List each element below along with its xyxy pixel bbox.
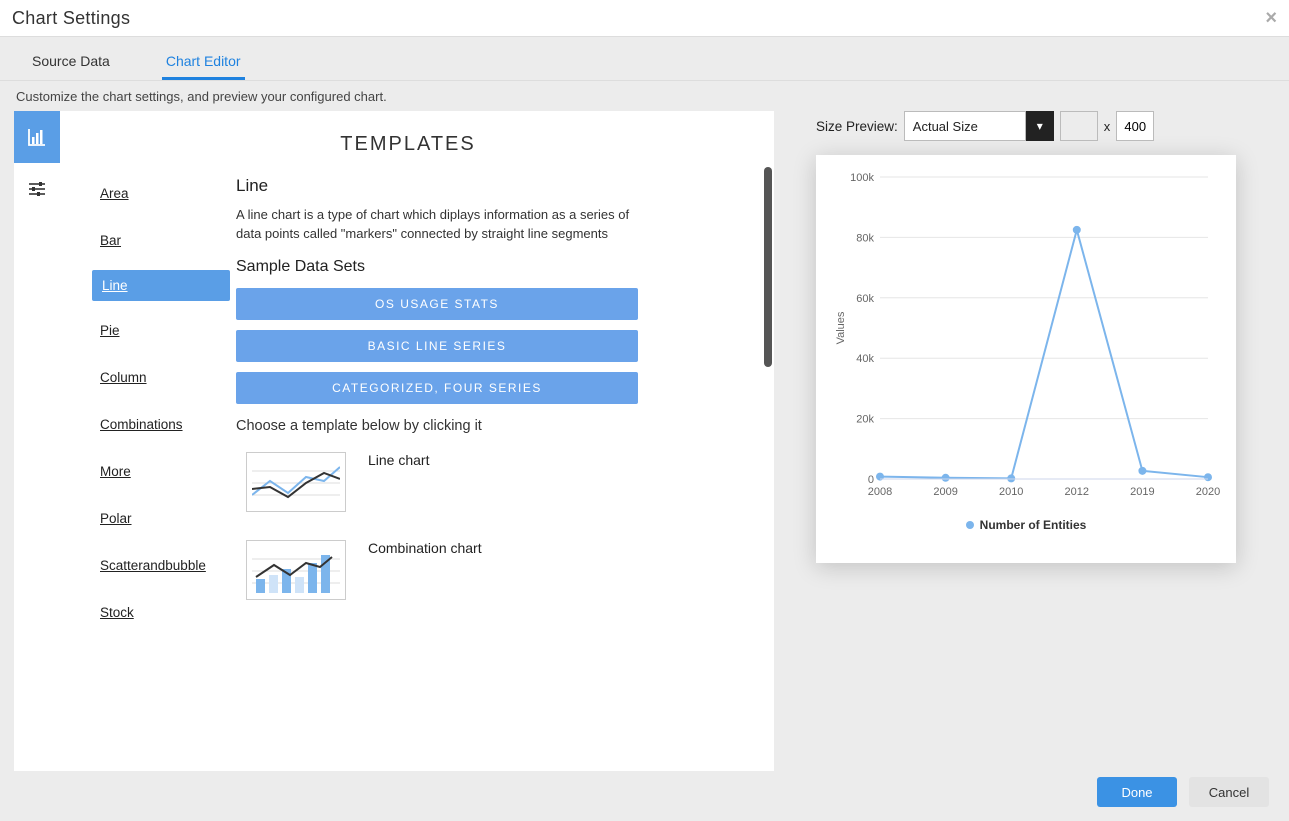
icon-rail [14, 111, 60, 771]
svg-text:60k: 60k [856, 293, 874, 305]
detail-description: A line chart is a type of chart which di… [236, 206, 636, 244]
chart-legend: Number of Entities [830, 518, 1222, 532]
svg-text:2008: 2008 [868, 486, 892, 498]
dimension-x: x [1104, 119, 1111, 134]
height-input[interactable] [1116, 111, 1154, 141]
category-column[interactable]: Column [92, 360, 155, 395]
thumb-label-combination: Combination chart [368, 540, 482, 556]
legend-text: Number of Entities [980, 518, 1087, 532]
templates-heading: TEMPLATES [60, 133, 756, 156]
svg-text:2012: 2012 [1065, 486, 1089, 498]
category-polar[interactable]: Polar [92, 501, 140, 536]
category-bar[interactable]: Bar [92, 223, 129, 258]
rail-templates-button[interactable] [14, 111, 60, 163]
combination-chart-thumb-icon [246, 540, 346, 600]
dialog-title: Chart Settings [12, 8, 130, 29]
datasets-label: Sample Data Sets [236, 258, 746, 276]
close-icon[interactable]: × [1265, 7, 1277, 30]
svg-text:80k: 80k [856, 232, 874, 244]
sliders-icon [27, 179, 47, 199]
rail-advanced-button[interactable] [14, 163, 60, 215]
size-preview-dropdown-button[interactable]: ▾ [1026, 111, 1054, 141]
svg-text:40k: 40k [856, 353, 874, 365]
preview-panel: Size Preview: Actual Size ▾ x 0 20k 40k 60k… [816, 111, 1256, 771]
detail-title: Line [236, 176, 746, 196]
template-detail: Line A line chart is a type of chart whi… [236, 176, 756, 642]
svg-text:2009: 2009 [933, 486, 957, 498]
tab-chart-editor[interactable]: Chart Editor [162, 43, 245, 80]
svg-text:2019: 2019 [1130, 486, 1154, 498]
svg-text:2010: 2010 [999, 486, 1023, 498]
svg-text:0: 0 [868, 474, 874, 486]
svg-text:100k: 100k [850, 172, 874, 184]
templates-panel: TEMPLATES Area Bar Line Pie Column Combi… [14, 111, 774, 771]
svg-text:2020: 2020 [1196, 486, 1220, 498]
size-preview-select[interactable]: Actual Size [904, 111, 1026, 141]
template-thumb-combination[interactable]: Combination chart [236, 540, 746, 600]
category-stock[interactable]: Stock [92, 595, 142, 630]
chart-preview-card: 0 20k 40k 60k 80k 100k Values 2008 2009 2010 2012 2… [816, 155, 1236, 563]
svg-text:Values: Values [835, 311, 847, 344]
size-preview-row: Size Preview: Actual Size ▾ x [816, 111, 1256, 141]
thumb-label-line: Line chart [368, 452, 429, 468]
cancel-button[interactable]: Cancel [1189, 777, 1269, 807]
line-chart-thumb-icon [246, 452, 346, 512]
svg-text:20k: 20k [856, 414, 874, 426]
category-pie[interactable]: Pie [92, 313, 128, 348]
category-list: Area Bar Line Pie Column Combinations Mo… [60, 176, 236, 642]
choose-template-label: Choose a template below by clicking it [236, 418, 746, 434]
templates-scrollbar[interactable] [764, 167, 772, 367]
size-preview-label: Size Preview: [816, 119, 898, 134]
template-thumb-line[interactable]: Line chart [236, 452, 746, 512]
tab-bar: Source Data Chart Editor [0, 37, 1289, 81]
done-button[interactable]: Done [1097, 777, 1177, 807]
tab-source-data[interactable]: Source Data [28, 43, 114, 80]
category-scatterandbubble[interactable]: Scatterandbubble [92, 548, 214, 583]
legend-marker-icon [966, 521, 974, 529]
category-area[interactable]: Area [92, 176, 137, 211]
category-more[interactable]: More [92, 454, 139, 489]
dataset-basic-line[interactable]: BASIC LINE SERIES [236, 330, 638, 362]
bar-chart-icon [27, 127, 47, 147]
size-preview-select-value: Actual Size [913, 119, 978, 134]
width-input[interactable] [1060, 111, 1098, 141]
chart-preview: 0 20k 40k 60k 80k 100k Values 2008 2009 2010 2012 2… [830, 169, 1222, 509]
subheading: Customize the chart settings, and previe… [0, 81, 1289, 111]
dialog-header: Chart Settings × [0, 0, 1289, 37]
category-line[interactable]: Line [92, 270, 230, 301]
dialog-footer: Done Cancel [1097, 777, 1269, 807]
category-combinations[interactable]: Combinations [92, 407, 191, 442]
dataset-os-usage[interactable]: OS USAGE STATS [236, 288, 638, 320]
chevron-down-icon: ▾ [1037, 119, 1043, 133]
dataset-categorized-four[interactable]: CATEGORIZED, FOUR SERIES [236, 372, 638, 404]
